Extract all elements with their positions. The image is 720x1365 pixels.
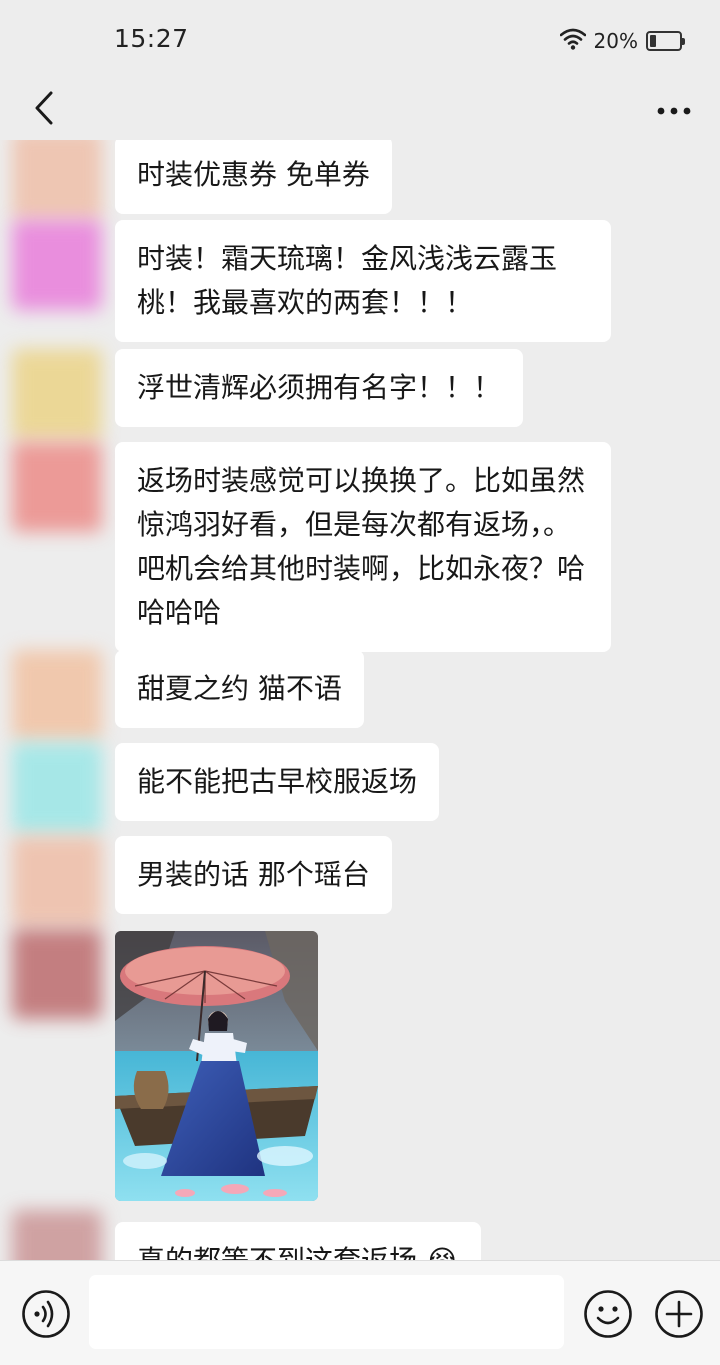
back-button[interactable] — [24, 88, 64, 132]
avatar[interactable] — [12, 650, 102, 740]
avatar[interactable] — [12, 140, 102, 220]
avatar[interactable] — [12, 220, 102, 310]
battery-icon — [646, 31, 685, 51]
status-indicators: 20% — [559, 26, 685, 56]
avatar[interactable] — [12, 442, 102, 532]
message-input-bar — [0, 1260, 720, 1365]
message-bubble[interactable]: 真的都等不到这套返场 😭 — [115, 1222, 481, 1260]
chat-header — [0, 80, 720, 140]
battery-percent: 20% — [593, 29, 638, 53]
more-button[interactable] — [652, 88, 696, 132]
emoji-icon — [583, 1290, 633, 1343]
emoji-button[interactable] — [583, 1289, 633, 1343]
wifi-icon — [559, 28, 586, 54]
avatar[interactable] — [12, 743, 102, 833]
chevron-left-icon — [34, 91, 54, 129]
avatar[interactable] — [12, 929, 102, 1019]
avatar[interactable] — [12, 349, 102, 439]
status-bar: 15:27 20% — [0, 0, 720, 80]
chat-message-list[interactable]: 时装优惠券 免单券 时装！霜天琉璃！金风浅浅云露玉桃！我最喜欢的两套！！！ 浮世… — [0, 140, 720, 1260]
battery-fill — [650, 35, 656, 47]
status-time: 15:27 — [114, 24, 189, 53]
avatar[interactable] — [12, 836, 102, 926]
more-horizontal-icon — [656, 101, 692, 120]
avatar[interactable] — [12, 1210, 102, 1260]
message-bubble[interactable]: 甜夏之约 猫不语 — [115, 650, 364, 728]
message-input[interactable] — [89, 1275, 564, 1349]
voice-icon — [21, 1290, 71, 1343]
game-character-image[interactable] — [115, 931, 318, 1201]
more-functions-button[interactable] — [654, 1289, 704, 1343]
voice-button[interactable] — [21, 1289, 71, 1343]
message-bubble[interactable]: 时装优惠券 免单券 — [115, 140, 392, 214]
message-bubble[interactable]: 浮世清辉必须拥有名字！！！ — [115, 349, 524, 427]
message-bubble[interactable]: 能不能把古早校服返场 — [115, 743, 440, 821]
plus-circle-icon — [654, 1290, 704, 1343]
message-bubble[interactable]: 返场时装感觉可以换换了。比如虽然惊鸿羽好看，但是每次都有返场，。吧机会给其他时装… — [115, 442, 611, 652]
message-bubble[interactable]: 时装！霜天琉璃！金风浅浅云露玉桃！我最喜欢的两套！！！ — [115, 220, 611, 342]
message-bubble[interactable]: 男装的话 那个瑶台 — [115, 836, 392, 914]
